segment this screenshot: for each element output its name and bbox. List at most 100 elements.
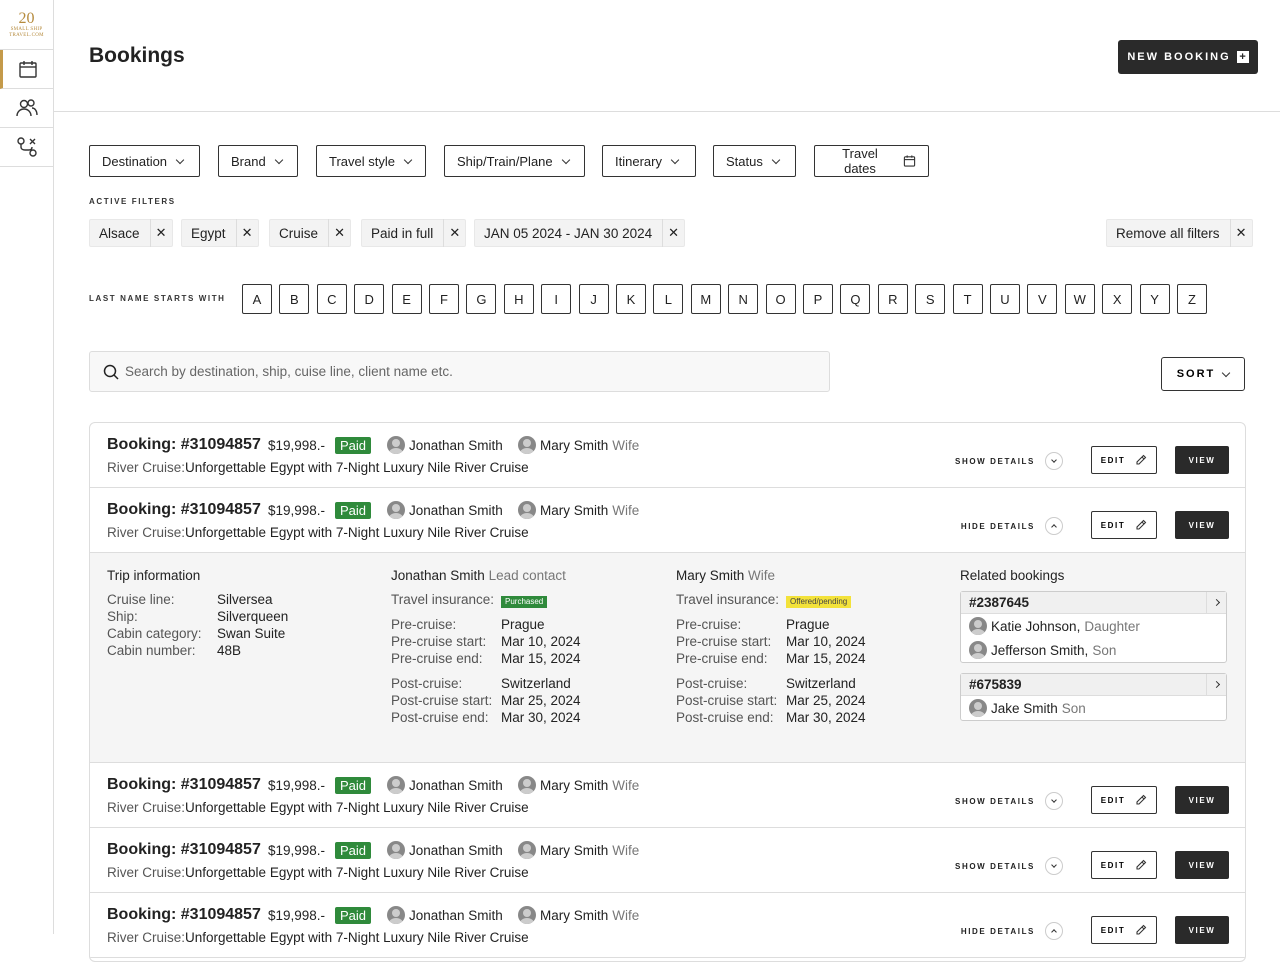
- active-filter-chip[interactable]: Alsace ✕: [89, 219, 173, 247]
- edit-button[interactable]: EDIT: [1091, 851, 1157, 879]
- brand-logo[interactable]: 20 SMALL SHIP TRAVEL.COM: [0, 0, 53, 50]
- letter-f-button[interactable]: F: [429, 284, 459, 314]
- info-grid: Pre-cruise: Prague Pre-cruise start: Mar 10…: [391, 616, 661, 667]
- letter-j-button[interactable]: J: [578, 284, 609, 314]
- letter-e-button[interactable]: E: [391, 284, 422, 314]
- trip-name: Unforgettable Egypt with 7-Night Luxury …: [185, 525, 529, 540]
- close-icon[interactable]: ✕: [662, 219, 684, 247]
- toggle-details-button[interactable]: SHOW DETAILS: [955, 792, 1063, 810]
- letter-s-button[interactable]: S: [915, 284, 946, 314]
- close-icon[interactable]: ✕: [328, 219, 350, 247]
- letter-l-button[interactable]: L: [653, 284, 684, 314]
- active-filter-chip[interactable]: Cruise ✕: [269, 219, 352, 247]
- letter-q-button[interactable]: Q: [840, 284, 871, 314]
- sort-button[interactable]: SORT: [1161, 357, 1245, 391]
- booking-title[interactable]: Booking: #31094857: [107, 906, 261, 924]
- passenger-name: Jonathan Smith: [391, 568, 485, 583]
- sidebar-item-clients[interactable]: [0, 89, 53, 128]
- letter-v-button[interactable]: V: [1027, 284, 1058, 314]
- letter-b-button[interactable]: B: [279, 284, 310, 314]
- letter-a-button[interactable]: A: [242, 284, 272, 314]
- letter-i-button[interactable]: I: [541, 284, 572, 314]
- letter-p-button[interactable]: P: [803, 284, 833, 314]
- toggle-details-button[interactable]: SHOW DETAILS: [955, 857, 1063, 875]
- remove-all-filters-button[interactable]: Remove all filters ✕: [1106, 219, 1253, 247]
- letter-n-button[interactable]: N: [728, 284, 759, 314]
- filter-travel-style[interactable]: Travel style: [316, 145, 426, 177]
- lead-passenger: Jonathan Smith: [387, 841, 503, 859]
- letter-d-button[interactable]: D: [354, 284, 385, 314]
- letter-z-button[interactable]: Z: [1177, 284, 1207, 314]
- view-button[interactable]: VIEW: [1175, 786, 1229, 814]
- booking-price: $19,998.-: [268, 778, 326, 793]
- letter-o-button[interactable]: O: [765, 284, 796, 314]
- avatar: [518, 841, 536, 859]
- info-key: Post-cruise:: [676, 676, 748, 691]
- filter-destination[interactable]: Destination: [89, 145, 200, 177]
- passenger-name: Jonathan Smith: [409, 502, 503, 518]
- view-button[interactable]: VIEW: [1175, 916, 1229, 944]
- edit-button[interactable]: EDIT: [1091, 446, 1157, 474]
- active-filter-chip[interactable]: Paid in full ✕: [361, 219, 467, 247]
- trip-summary: River Cruise:Unforgettable Egypt with 7-…: [107, 865, 529, 880]
- booking-details-panel: Trip information Cruise line: Silversea Shi…: [90, 553, 1245, 763]
- lead-passenger: Jonathan Smith: [387, 436, 503, 454]
- letter-t-button[interactable]: T: [952, 284, 983, 314]
- edit-button[interactable]: EDIT: [1091, 916, 1157, 944]
- info-value: Mar 10, 2024: [501, 634, 581, 649]
- passenger-name: Mary Smith: [676, 568, 745, 583]
- chevron-right-icon[interactable]: [1206, 673, 1226, 696]
- sidebar-item-bookings[interactable]: [0, 50, 53, 89]
- letter-m-button[interactable]: M: [690, 284, 721, 314]
- letter-c-button[interactable]: C: [316, 284, 347, 314]
- letter-k-button[interactable]: K: [616, 284, 646, 314]
- related-person-name: Jefferson Smith: [991, 642, 1085, 658]
- related-person-relation: Daughter: [1084, 618, 1140, 634]
- view-button[interactable]: VIEW: [1175, 511, 1229, 539]
- toggle-details-label: SHOW DETAILS: [955, 796, 1035, 806]
- letter-w-button[interactable]: W: [1064, 284, 1095, 314]
- letter-r-button[interactable]: R: [877, 284, 908, 314]
- close-icon[interactable]: ✕: [235, 219, 258, 247]
- letter-y-button[interactable]: Y: [1139, 284, 1170, 314]
- active-filter-chip[interactable]: Egypt ✕: [181, 219, 259, 247]
- letter-h-button[interactable]: H: [503, 284, 534, 314]
- booking-row: Booking: #31094857 $19,998.- Paid Jonathan …: [90, 423, 1245, 488]
- chevron-right-icon[interactable]: [1206, 591, 1226, 614]
- filter-ship-train-plane[interactable]: Ship/Train/Plane: [444, 145, 585, 177]
- active-filter-chip[interactable]: JAN 05 2024 - JAN 30 2024 ✕: [474, 219, 686, 247]
- letter-g-button[interactable]: G: [466, 284, 497, 314]
- view-button[interactable]: VIEW: [1175, 851, 1229, 879]
- filter-itinerary[interactable]: Itinerary: [602, 145, 696, 177]
- chevron-down-icon: [274, 155, 283, 164]
- edit-button[interactable]: EDIT: [1091, 786, 1157, 814]
- close-icon[interactable]: ✕: [149, 219, 172, 247]
- letter-x-button[interactable]: X: [1102, 284, 1133, 314]
- filter-status[interactable]: Status: [713, 145, 796, 177]
- edit-label: EDIT: [1100, 925, 1126, 935]
- trip-type: River Cruise:: [107, 460, 186, 475]
- related-booking-card[interactable]: #2387645 Katie Johnson, Daughter Jefferson …: [960, 591, 1227, 663]
- booking-title[interactable]: Booking: #31094857: [107, 776, 261, 794]
- trip-type: River Cruise:: [107, 865, 186, 880]
- search-input[interactable]: [125, 364, 805, 379]
- sidebar-item-itineraries[interactable]: [0, 128, 53, 167]
- close-icon[interactable]: ✕: [443, 219, 465, 247]
- chevron-down-icon: [670, 155, 680, 164]
- insurance-label: Travel insurance:: [391, 592, 495, 607]
- booking-title[interactable]: Booking: #31094857: [107, 501, 261, 519]
- view-button[interactable]: VIEW: [1175, 446, 1229, 474]
- toggle-details-button[interactable]: HIDE DETAILS: [961, 517, 1063, 535]
- booking-title[interactable]: Booking: #31094857: [107, 841, 261, 859]
- toggle-details-button[interactable]: HIDE DETAILS: [961, 922, 1063, 940]
- letter-u-button[interactable]: U: [990, 284, 1020, 314]
- chevron-down-icon: [1045, 792, 1063, 810]
- chevron-up-icon: [1045, 922, 1063, 940]
- filter-brand[interactable]: Brand: [218, 145, 298, 177]
- filter-travel-dates[interactable]: Travel dates: [814, 145, 929, 177]
- new-booking-button[interactable]: NEW BOOKING +: [1118, 40, 1258, 74]
- related-booking-card[interactable]: #675839 Jake Smith Son: [960, 673, 1227, 721]
- edit-button[interactable]: EDIT: [1091, 511, 1157, 539]
- toggle-details-button[interactable]: SHOW DETAILS: [955, 452, 1063, 470]
- booking-title[interactable]: Booking: #31094857: [107, 436, 261, 454]
